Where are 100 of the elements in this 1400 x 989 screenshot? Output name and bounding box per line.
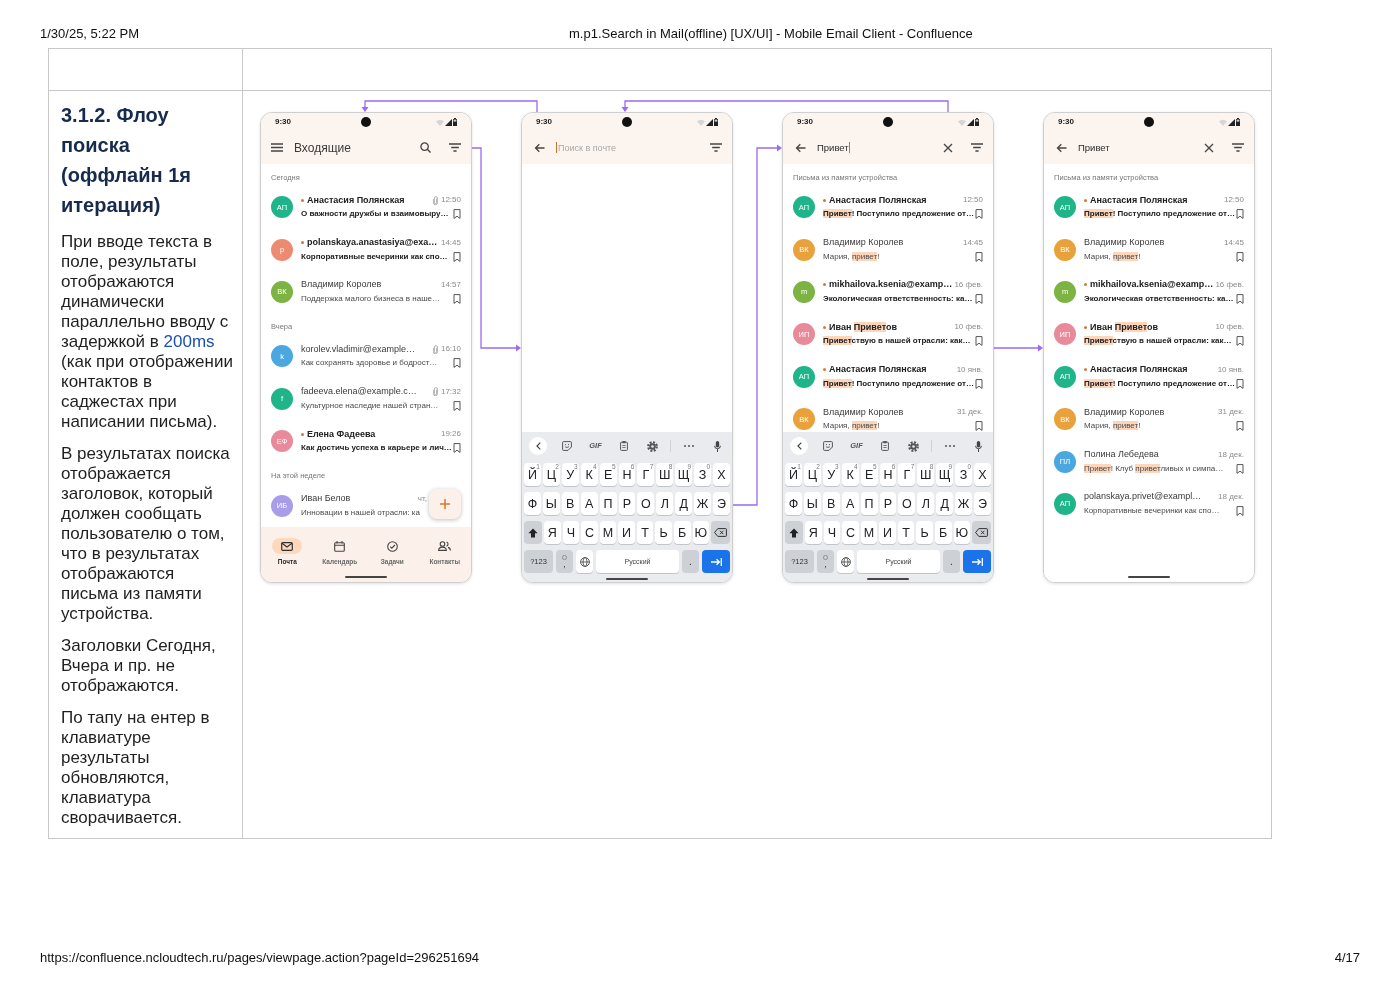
keyboard-key[interactable]: Ж [955, 492, 973, 515]
keyboard-key[interactable]: П [860, 492, 878, 515]
keyboard-key[interactable]: Л [656, 492, 674, 515]
keyboard-key[interactable]: С [581, 521, 598, 544]
keyboard-key[interactable]: А [580, 492, 598, 515]
keyboard-key[interactable]: Ь [655, 521, 672, 544]
bookmark-icon[interactable] [453, 400, 461, 411]
keyboard-key[interactable]: Ф [524, 492, 541, 515]
clipboard-icon[interactable] [620, 441, 629, 451]
bookmark-icon[interactable] [1236, 505, 1244, 516]
globe-key[interactable] [837, 550, 854, 573]
keyboard-key[interactable]: Ы [542, 492, 560, 515]
filter-icon[interactable] [449, 143, 461, 152]
keyboard-key[interactable]: Ч [562, 521, 580, 544]
keyboard-key[interactable]: И [879, 521, 896, 544]
keyboard-key[interactable]: Ю [692, 521, 710, 544]
bookmark-icon[interactable] [975, 293, 983, 304]
keyboard-key[interactable]: Э [713, 492, 730, 515]
enter-key[interactable] [963, 550, 991, 573]
search-field[interactable]: Привет [817, 139, 937, 156]
keyboard-key[interactable]: Ы [803, 492, 821, 515]
keyboard-key[interactable]: В [561, 492, 579, 515]
microphone-icon[interactable] [975, 440, 983, 452]
keyboard-key[interactable]: Х [974, 463, 991, 486]
enter-key[interactable] [702, 550, 730, 573]
filter-icon[interactable] [971, 143, 983, 152]
bookmark-icon[interactable] [975, 421, 983, 432]
bookmark-icon[interactable] [975, 251, 983, 262]
keyboard-key[interactable]: Я [544, 521, 561, 544]
keyboard-key[interactable]: Д [675, 492, 693, 515]
bookmark-icon[interactable] [453, 443, 461, 454]
bookmark-icon[interactable] [1236, 293, 1244, 304]
close-icon[interactable] [1204, 142, 1214, 153]
front-camera-icon [1144, 117, 1154, 127]
email-time: 31 дек. [957, 407, 983, 418]
menu-icon[interactable] [271, 143, 283, 152]
keyboard-key[interactable]: Д [936, 492, 954, 515]
keyboard-key[interactable]: Т [897, 521, 915, 544]
sticker-icon[interactable] [561, 441, 572, 451]
keyboard-key[interactable]: Ч [823, 521, 841, 544]
bookmark-icon[interactable] [453, 251, 461, 262]
back-arrow-icon[interactable] [1056, 142, 1067, 153]
keyboard-key[interactable]: П [599, 492, 617, 515]
keyboard-key[interactable]: Х [713, 463, 730, 486]
back-arrow-icon[interactable] [795, 142, 806, 153]
comma-key[interactable]: , [556, 550, 573, 573]
bookmark-icon[interactable] [1236, 251, 1244, 262]
comma-key[interactable]: , [817, 550, 834, 573]
bookmark-icon[interactable] [1236, 209, 1244, 220]
bookmark-icon[interactable] [453, 358, 461, 369]
keyboard-key[interactable]: В [822, 492, 840, 515]
bookmark-icon[interactable] [975, 336, 983, 347]
keyboard-key[interactable]: И [618, 521, 635, 544]
globe-key[interactable] [576, 550, 593, 573]
settings-icon[interactable] [647, 440, 659, 452]
bookmark-icon[interactable] [453, 293, 461, 304]
settings-icon[interactable] [908, 440, 920, 452]
bookmark-icon[interactable] [453, 209, 461, 220]
keyboard-key[interactable]: С [842, 521, 859, 544]
bookmark-icon[interactable] [1236, 336, 1244, 347]
filter-icon[interactable] [710, 143, 722, 152]
keyboard-key[interactable]: Ь [916, 521, 933, 544]
backspace-key[interactable] [711, 521, 731, 544]
wifi-icon [1219, 118, 1227, 126]
shift-key[interactable] [524, 521, 542, 544]
close-icon[interactable] [943, 142, 953, 153]
bookmark-icon[interactable] [1236, 463, 1244, 474]
keyboard-key[interactable]: М [860, 521, 878, 544]
keyboard-key[interactable]: Ю [953, 521, 971, 544]
microphone-icon[interactable] [714, 440, 722, 452]
keyboard-key[interactable]: Б [934, 521, 952, 544]
keyboard-key[interactable]: Т [636, 521, 654, 544]
keyboard-key[interactable]: Я [805, 521, 822, 544]
keyboard-key[interactable]: Ф [785, 492, 802, 515]
sender-name: Владимир Королев [823, 237, 904, 249]
keyboard-key[interactable]: О [898, 492, 916, 515]
keyboard-key[interactable]: Р [879, 492, 897, 515]
keyboard-key[interactable]: М [599, 521, 617, 544]
search-icon[interactable] [420, 142, 431, 153]
bookmark-icon[interactable] [1236, 421, 1244, 432]
keyboard-key[interactable]: О [637, 492, 655, 515]
period-key[interactable]: . [943, 550, 960, 573]
shift-key[interactable] [785, 521, 803, 544]
clipboard-icon[interactable] [881, 441, 890, 451]
back-arrow-icon[interactable] [534, 142, 545, 153]
search-field[interactable]: Привет [1078, 139, 1198, 156]
keyboard-key[interactable]: Р [618, 492, 636, 515]
bookmark-icon[interactable] [1236, 378, 1244, 389]
keyboard-key[interactable]: Э [974, 492, 991, 515]
bookmark-icon[interactable] [975, 378, 983, 389]
backspace-key[interactable] [972, 521, 992, 544]
keyboard-key[interactable]: А [841, 492, 859, 515]
sticker-icon[interactable] [822, 441, 833, 451]
sender-name: Анастасия Полянская [829, 194, 927, 206]
keyboard-key[interactable]: Б [673, 521, 691, 544]
filter-icon[interactable] [1232, 143, 1244, 152]
keyboard-key[interactable]: Ж [694, 492, 712, 515]
bookmark-icon[interactable] [975, 209, 983, 220]
period-key[interactable]: . [682, 550, 699, 573]
keyboard-key[interactable]: Л [917, 492, 935, 515]
